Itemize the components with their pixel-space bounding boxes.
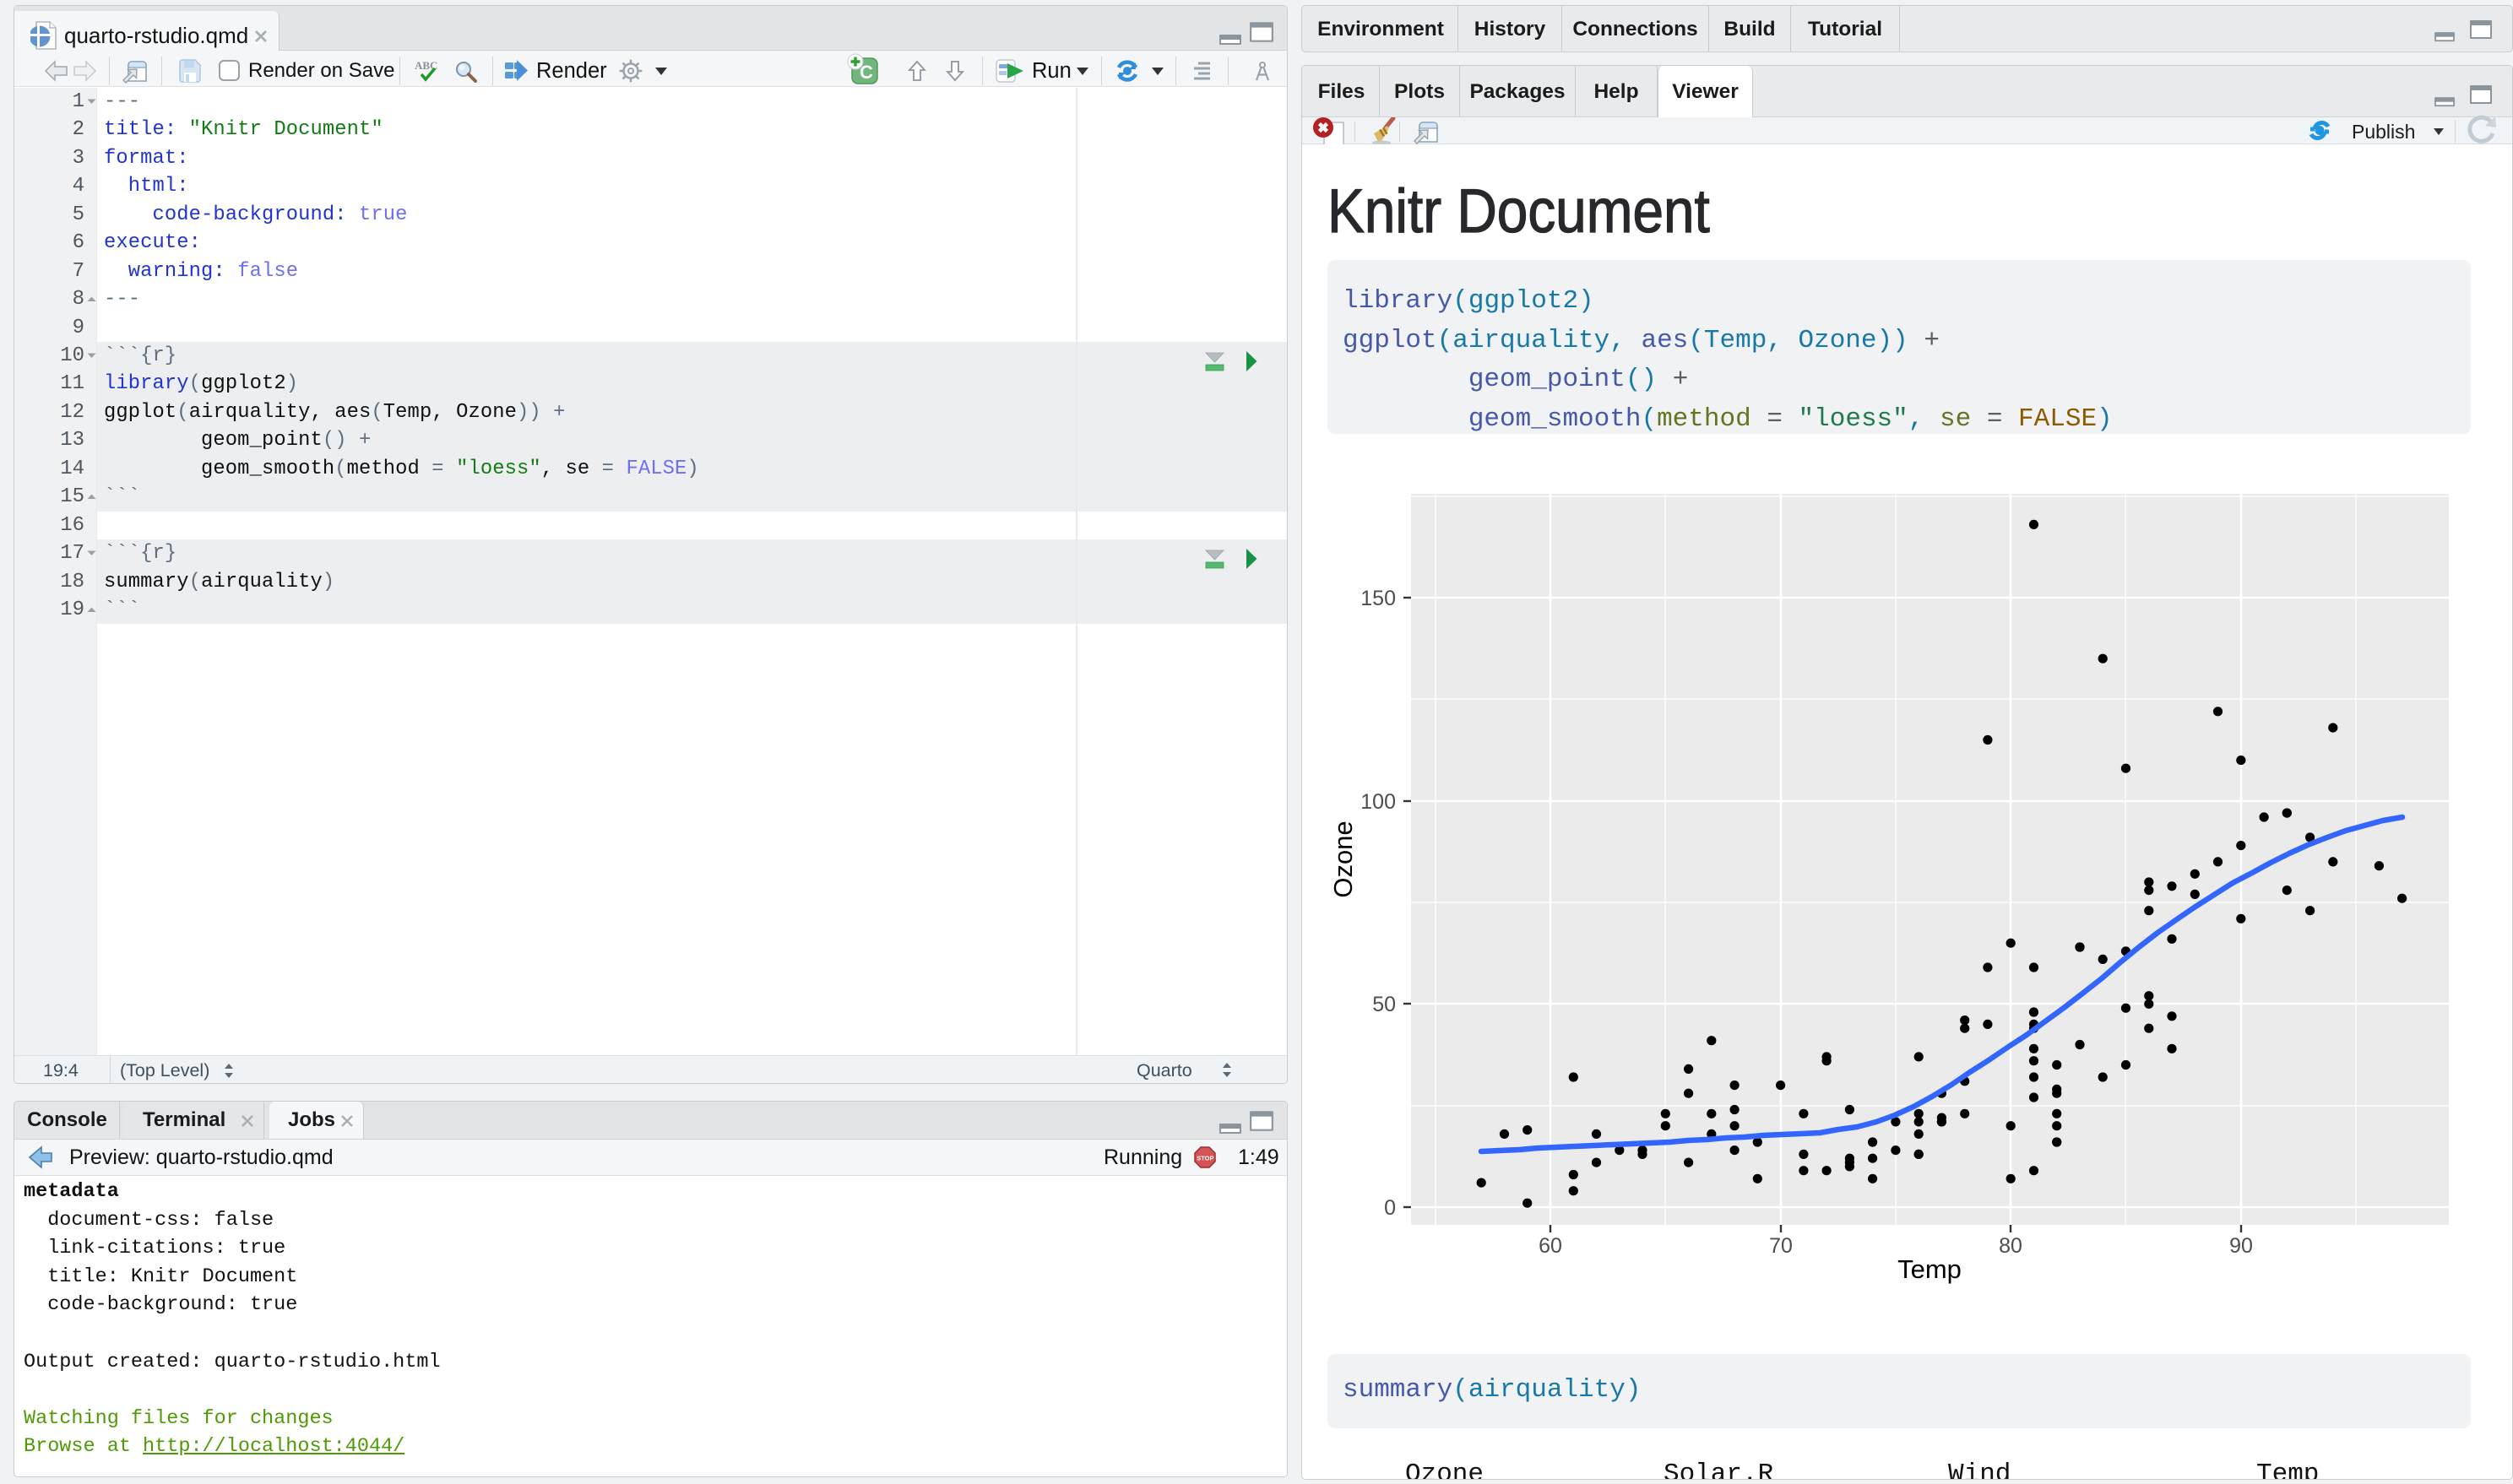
svg-text:50: 50 <box>1372 993 1396 1016</box>
svg-text:Ozone: Ozone <box>1328 821 1358 897</box>
svg-text:60: 60 <box>1539 1234 1562 1258</box>
svg-text:80: 80 <box>1999 1234 2022 1258</box>
svg-text:150: 150 <box>1360 587 1396 610</box>
svg-text:90: 90 <box>2229 1234 2253 1258</box>
svg-text:STOP: STOP <box>1197 1155 1213 1162</box>
svg-text:0: 0 <box>1384 1196 1396 1220</box>
svg-text:70: 70 <box>1769 1234 1793 1258</box>
svg-text:Temp: Temp <box>1897 1254 1962 1284</box>
svg-text:100: 100 <box>1360 790 1396 814</box>
